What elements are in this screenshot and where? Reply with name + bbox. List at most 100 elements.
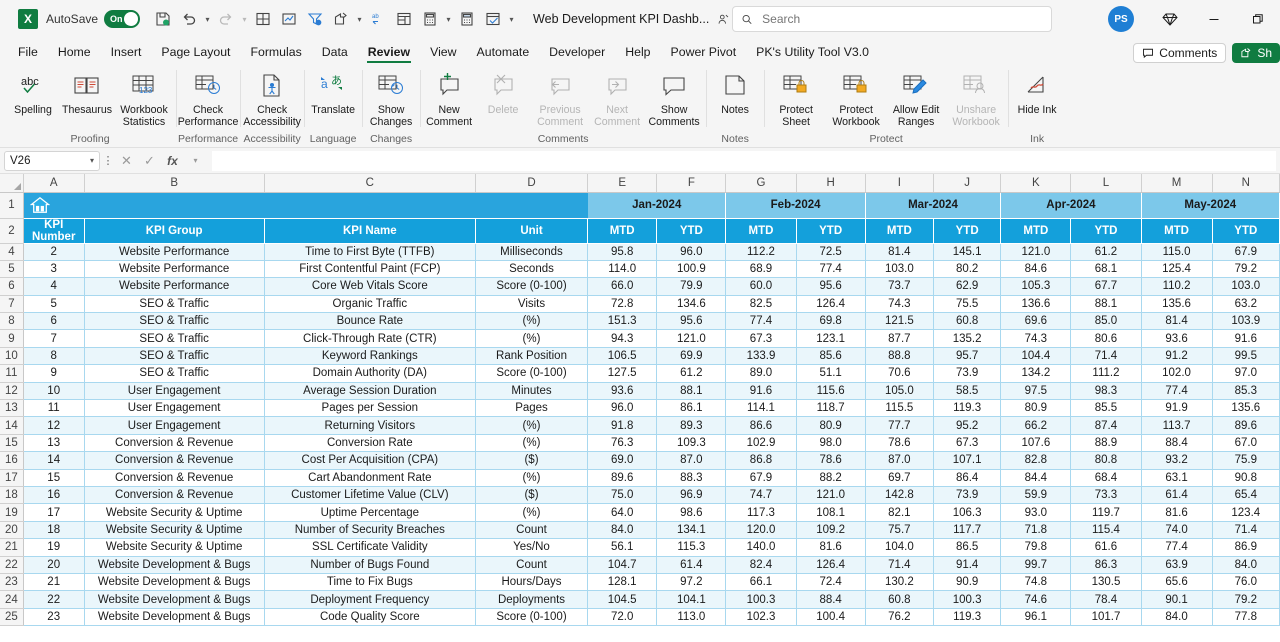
cell-value[interactable]: 71.4 xyxy=(865,556,934,574)
cell-value[interactable]: 82.8 xyxy=(1000,451,1072,470)
cell-value[interactable]: 89.0 xyxy=(725,364,797,383)
cell-value[interactable]: 135.6 xyxy=(1212,399,1280,418)
ribbon-tab-file[interactable]: File xyxy=(8,43,48,64)
cell-value[interactable]: 77.7 xyxy=(865,416,934,435)
cell-kpi-unit[interactable]: (%) xyxy=(475,312,589,331)
table-row[interactable]: 24 22 Website Development & Bugs Deployment… xyxy=(0,590,1280,609)
cell-value[interactable]: 113.0 xyxy=(656,608,727,627)
cell-kpi-unit[interactable]: Score (0-100) xyxy=(475,364,589,383)
cell-kpi-name[interactable]: Click-Through Rate (CTR) xyxy=(264,329,476,348)
cell-kpi-number[interactable]: 20 xyxy=(23,556,85,574)
cell-value[interactable]: 105.0 xyxy=(865,382,934,401)
cell-value[interactable]: 61.4 xyxy=(1141,486,1213,505)
cell-value[interactable]: 68.4 xyxy=(1070,469,1142,487)
cell-kpi-group[interactable]: Conversion & Revenue xyxy=(84,434,265,453)
table-row[interactable]: 22 20 Website Development & Bugs Number of … xyxy=(0,556,1280,574)
cell-value[interactable]: 86.3 xyxy=(1070,556,1142,574)
minimize-button[interactable] xyxy=(1192,0,1236,38)
cell-kpi-group[interactable]: SEO & Traffic xyxy=(84,364,265,383)
cell-value[interactable]: 117.7 xyxy=(933,521,1002,540)
name-box[interactable]: V26 ▾ xyxy=(4,150,100,171)
cell-kpi-number[interactable]: 4 xyxy=(23,277,85,296)
table-row[interactable]: 25 23 Website Development & Bugs Code Quali… xyxy=(0,608,1280,627)
cell-value[interactable]: 90.1 xyxy=(1141,590,1213,609)
cell-value[interactable]: 119.3 xyxy=(933,399,1002,418)
row-header-12[interactable]: 12 xyxy=(0,382,24,401)
chart-icon[interactable] xyxy=(276,6,302,32)
cell-value[interactable]: 88.4 xyxy=(1141,434,1213,453)
row-header-8[interactable]: 8 xyxy=(0,312,24,331)
cell-kpi-number[interactable]: 16 xyxy=(23,486,85,505)
cell-value[interactable]: 69.0 xyxy=(587,451,658,470)
cell-value[interactable]: 60.8 xyxy=(933,312,1002,331)
cell-kpi-name[interactable]: Organic Traffic xyxy=(264,295,476,314)
row-header-15[interactable]: 15 xyxy=(0,434,24,453)
row-header-19[interactable]: 19 xyxy=(0,503,24,522)
cell-value[interactable]: 108.1 xyxy=(796,503,866,522)
row-header-20[interactable]: 20 xyxy=(0,521,24,540)
cell-value[interactable]: 86.8 xyxy=(725,451,797,470)
cell-value[interactable]: 151.3 xyxy=(587,312,658,331)
column-header-K[interactable]: K xyxy=(1000,174,1072,193)
row-header-24[interactable]: 24 xyxy=(0,590,24,609)
cell-kpi-group[interactable]: Website Development & Bugs xyxy=(84,573,265,592)
ribbon-tab-view[interactable]: View xyxy=(420,43,466,64)
cell-kpi-name[interactable]: Conversion Rate xyxy=(264,434,476,453)
cell-kpi-unit[interactable]: Seconds xyxy=(475,260,589,279)
ribbon-button-notes[interactable]: Notes xyxy=(708,68,762,116)
cell-kpi-number[interactable]: 19 xyxy=(23,538,85,557)
cell-value[interactable]: 68.1 xyxy=(1070,260,1142,279)
cell-value[interactable]: 88.8 xyxy=(865,347,934,366)
cell-value[interactable]: 56.1 xyxy=(587,538,658,557)
ribbon-button-protect-sheet[interactable]: Protect Sheet xyxy=(766,68,826,128)
month-band-may-2024[interactable]: May-2024 xyxy=(1141,192,1280,219)
cell-value[interactable]: 80.2 xyxy=(933,260,1002,279)
sub-header-8[interactable]: MTD xyxy=(1141,218,1213,244)
dashboard-title-band[interactable] xyxy=(23,192,589,219)
table-row[interactable]: 14 12 User Engagement Returning Visitors (%)… xyxy=(0,416,1280,435)
cell-value[interactable]: 76.0 xyxy=(1212,573,1280,592)
cell-value[interactable]: 74.3 xyxy=(1000,329,1072,348)
calculator2-icon[interactable] xyxy=(454,6,480,32)
cell-kpi-group[interactable]: Conversion & Revenue xyxy=(84,469,265,487)
cell-value[interactable]: 72.0 xyxy=(587,608,658,627)
cell-value[interactable]: 136.6 xyxy=(1000,295,1072,314)
sub-header-7[interactable]: YTD xyxy=(1070,218,1142,244)
cell-value[interactable]: 117.3 xyxy=(725,503,797,522)
cell-value[interactable]: 67.7 xyxy=(1070,277,1142,296)
cell-value[interactable]: 91.4 xyxy=(933,556,1002,574)
calculator-icon[interactable] xyxy=(417,6,443,32)
share-arrow-icon[interactable] xyxy=(328,6,354,32)
redo-chevron-down-icon[interactable]: ▾ xyxy=(239,6,250,32)
ribbon-button-thesaurus[interactable]: Thesaurus xyxy=(60,68,114,116)
column-header-H[interactable]: H xyxy=(796,174,866,193)
cell-value[interactable]: 112.2 xyxy=(725,243,797,261)
cell-value[interactable]: 79.2 xyxy=(1212,260,1280,279)
cell-value[interactable]: 77.4 xyxy=(1141,382,1213,401)
cell-value[interactable]: 126.4 xyxy=(796,556,866,574)
cell-kpi-group[interactable]: Conversion & Revenue xyxy=(84,451,265,470)
cell-kpi-unit[interactable]: (%) xyxy=(475,416,589,435)
cell-value[interactable]: 130.2 xyxy=(865,573,934,592)
row-header-11[interactable]: 11 xyxy=(0,364,24,383)
cell-kpi-name[interactable]: Number of Security Breaches xyxy=(264,521,476,540)
cell-value[interactable]: 98.3 xyxy=(1070,382,1142,401)
cell-value[interactable]: 86.9 xyxy=(1212,538,1280,557)
cell-kpi-group[interactable]: Website Security & Uptime xyxy=(84,521,265,540)
cell-value[interactable]: 67.9 xyxy=(1212,243,1280,261)
cell-value[interactable]: 97.2 xyxy=(656,573,727,592)
cell-value[interactable]: 61.4 xyxy=(656,556,727,574)
cell-kpi-name[interactable]: Code Quality Score xyxy=(264,608,476,627)
cell-value[interactable]: 86.5 xyxy=(933,538,1002,557)
cell-kpi-group[interactable]: SEO & Traffic xyxy=(84,347,265,366)
cell-value[interactable]: 88.1 xyxy=(656,382,727,401)
cell-value[interactable]: 65.4 xyxy=(1212,486,1280,505)
table-row[interactable]: 10 8 SEO & Traffic Keyword Rankings Rank Pos… xyxy=(0,347,1280,366)
cell-value[interactable]: 67.3 xyxy=(933,434,1002,453)
cell-value[interactable]: 127.5 xyxy=(587,364,658,383)
document-title[interactable]: Web Development KPI Dashb... xyxy=(533,12,709,26)
column-header-G[interactable]: G xyxy=(725,174,797,193)
cell-value[interactable]: 85.5 xyxy=(1070,399,1142,418)
cell-value[interactable]: 90.8 xyxy=(1212,469,1280,487)
cell-value[interactable]: 79.9 xyxy=(656,277,727,296)
